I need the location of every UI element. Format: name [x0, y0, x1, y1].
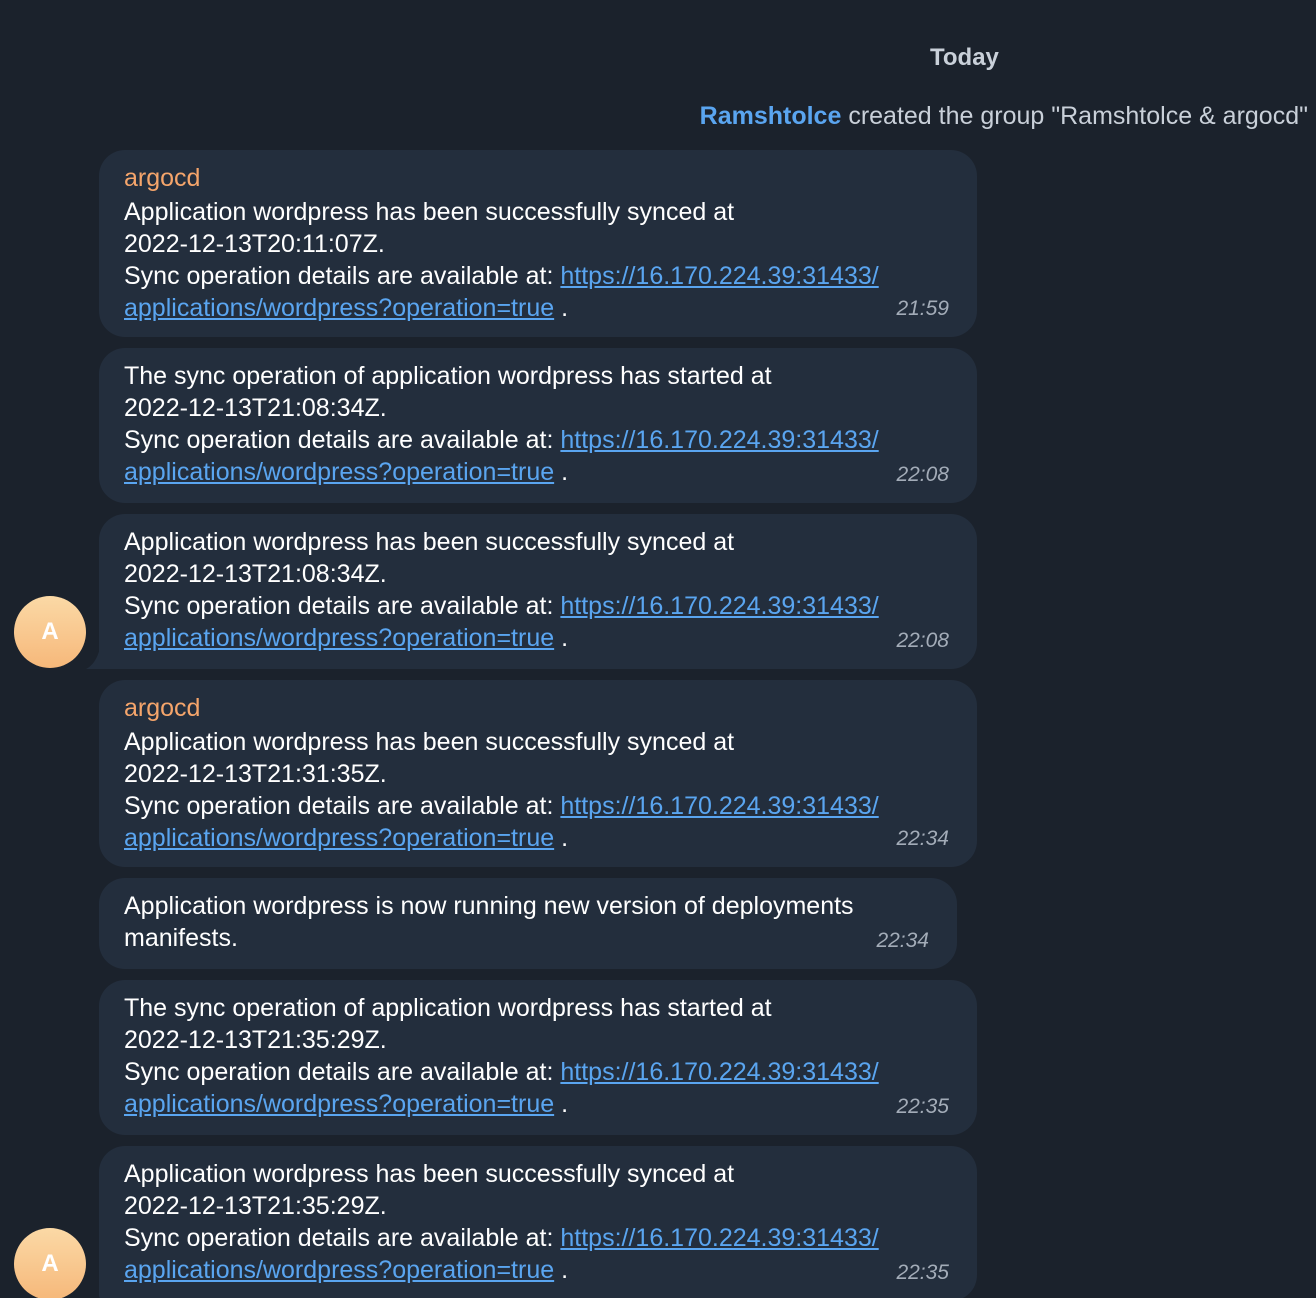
link-suffix: .	[554, 458, 569, 486]
sync-details-link[interactable]: https://16.170.224.39:31433/	[560, 426, 878, 454]
link-suffix: .	[554, 624, 569, 652]
details-prefix: Sync operation details are available at:	[124, 1224, 561, 1252]
sync-details-link[interactable]: applications/wordpress?operation=true	[124, 458, 554, 486]
sync-details-link[interactable]: applications/wordpress?operation=true	[124, 1090, 554, 1118]
link-suffix: .	[554, 824, 569, 852]
sync-details-link[interactable]: applications/wordpress?operation=true	[124, 294, 554, 322]
sync-details-link[interactable]: https://16.170.224.39:31433/	[560, 792, 878, 820]
message-text-line: 2022-12-13T21:08:34Z.	[124, 560, 387, 588]
chat-history[interactable]: Today Ramshtolce created the group "Rams…	[0, 0, 1316, 1298]
message-time: 22:34	[896, 827, 949, 850]
message-text-line: Application wordpress has been successfu…	[124, 528, 735, 556]
service-actor-link[interactable]: Ramshtolce	[700, 102, 842, 130]
sync-details-link[interactable]: https://16.170.224.39:31433/	[560, 262, 878, 290]
message-details-line: Sync operation details are available at:…	[124, 260, 952, 292]
message-link-line: applications/wordpress?operation=true .	[124, 622, 952, 654]
sender-name[interactable]: argocd	[124, 162, 952, 194]
message-link-line: applications/wordpress?operation=true .	[124, 1254, 952, 1286]
message-text-line: 2022-12-13T21:08:34Z.	[124, 394, 387, 422]
message-text-line: manifests.	[124, 924, 238, 952]
message-bubble[interactable]: The sync operation of application wordpr…	[99, 980, 977, 1135]
message-details-line: Sync operation details are available at:…	[124, 590, 952, 622]
details-prefix: Sync operation details are available at:	[124, 1058, 561, 1086]
sender-avatar[interactable]: A	[14, 1228, 86, 1298]
message-text-line: 2022-12-13T20:11:07Z.	[124, 230, 385, 258]
bubble-tail	[86, 648, 106, 669]
details-prefix: Sync operation details are available at:	[124, 592, 561, 620]
message-text-line: 2022-12-13T21:35:29Z.	[124, 1026, 387, 1054]
message-link-line: applications/wordpress?operation=true .	[124, 292, 952, 324]
message-text-line: Application wordpress has been successfu…	[124, 1160, 735, 1188]
link-suffix: .	[554, 294, 569, 322]
details-prefix: Sync operation details are available at:	[124, 426, 561, 454]
sync-details-link[interactable]: applications/wordpress?operation=true	[124, 624, 554, 652]
message-bubble[interactable]: argocd Application wordpress has been su…	[99, 680, 977, 867]
sync-details-link[interactable]: https://16.170.224.39:31433/	[560, 592, 878, 620]
sync-details-link[interactable]: applications/wordpress?operation=true	[124, 1256, 554, 1284]
sync-details-link[interactable]: https://16.170.224.39:31433/	[560, 1224, 878, 1252]
date-separator: Today	[930, 44, 999, 71]
message-bubble[interactable]: The sync operation of application wordpr…	[99, 348, 977, 503]
sync-details-link[interactable]: https://16.170.224.39:31433/	[560, 1058, 878, 1086]
message-text-line: 2022-12-13T21:35:29Z.	[124, 1192, 387, 1220]
message-bubble[interactable]: argocd Application wordpress has been su…	[99, 150, 977, 337]
details-prefix: Sync operation details are available at:	[124, 792, 561, 820]
message-bubble[interactable]: Application wordpress has been successfu…	[99, 1146, 977, 1298]
message-text-line: Application wordpress has been successfu…	[124, 198, 735, 226]
message-details-line: Sync operation details are available at:…	[124, 1222, 952, 1254]
message-details-line: Sync operation details are available at:…	[124, 424, 952, 456]
details-prefix: Sync operation details are available at:	[124, 262, 561, 290]
message-time: 22:08	[896, 463, 949, 486]
link-suffix: .	[554, 1090, 569, 1118]
message-text-line: The sync operation of application wordpr…	[124, 994, 772, 1022]
service-text: created the group "Ramshtolce & argocd"	[841, 102, 1308, 130]
message-details-line: Sync operation details are available at:…	[124, 790, 952, 822]
sender-name[interactable]: argocd	[124, 692, 952, 724]
message-time: 21:59	[896, 297, 949, 320]
service-message: Ramshtolce created the group "Ramshtolce…	[700, 102, 1308, 131]
message-time: 22:35	[896, 1261, 949, 1284]
sender-avatar[interactable]: A	[14, 596, 86, 668]
link-suffix: .	[554, 1256, 569, 1284]
message-time: 22:35	[896, 1095, 949, 1118]
message-link-line: applications/wordpress?operation=true .	[124, 456, 952, 488]
message-time: 22:34	[876, 929, 929, 952]
message-link-line: applications/wordpress?operation=true .	[124, 822, 952, 854]
message-details-line: Sync operation details are available at:…	[124, 1056, 952, 1088]
message-bubble[interactable]: Application wordpress is now running new…	[99, 878, 957, 969]
message-text-line: Application wordpress is now running new…	[124, 892, 854, 920]
message-link-line: applications/wordpress?operation=true .	[124, 1088, 952, 1120]
message-time: 22:08	[896, 629, 949, 652]
message-text-line: The sync operation of application wordpr…	[124, 362, 772, 390]
sync-details-link[interactable]: applications/wordpress?operation=true	[124, 824, 554, 852]
message-text-line: Application wordpress has been successfu…	[124, 728, 735, 756]
message-bubble[interactable]: Application wordpress has been successfu…	[99, 514, 977, 669]
message-text-line: 2022-12-13T21:31:35Z.	[124, 760, 387, 788]
